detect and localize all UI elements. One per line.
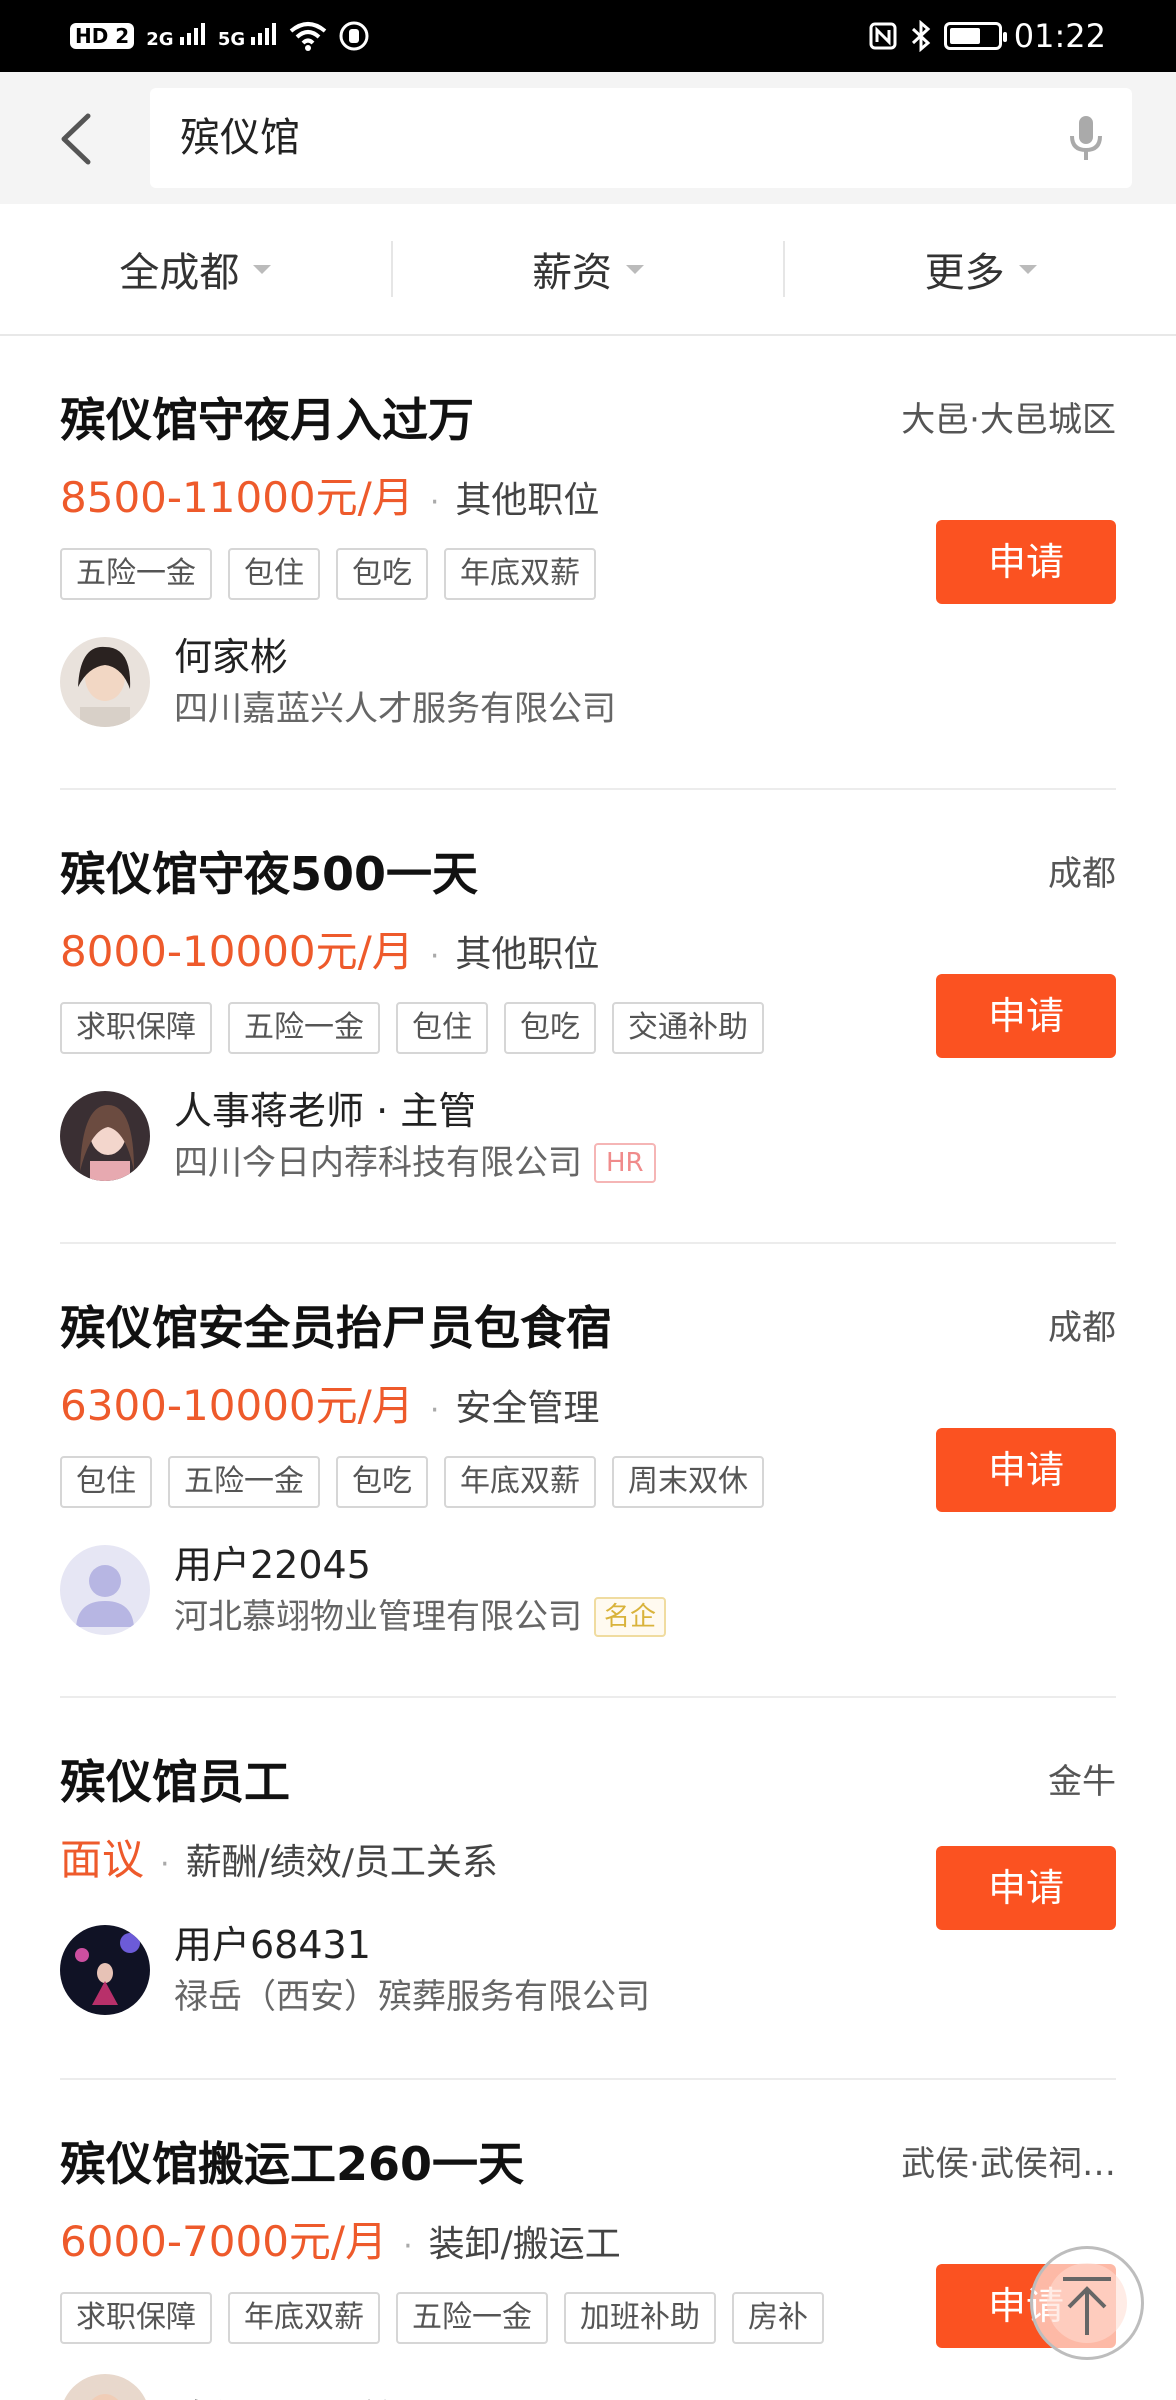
recruiter-name: 用户22045 [174, 1543, 371, 1587]
job-tag: 年底双薪 [444, 548, 596, 600]
search-input[interactable]: 殡仪馆 [150, 88, 1132, 188]
hr-badge: HR [594, 1143, 656, 1183]
recruiter-name: 何家彬 [174, 635, 289, 679]
job-salary: 8500-11000元/月 [60, 473, 414, 522]
apply-button[interactable]: 申请 [936, 974, 1116, 1058]
job-category: 薪酬/绩效/员工关系 [185, 1842, 498, 1883]
job-tags: 包住 五险一金 包吃 年底双薪 周末双休 [60, 1456, 764, 1508]
job-salary: 6000-7000元/月 [60, 2217, 388, 2266]
job-tag: 求职保障 [60, 2292, 212, 2344]
apply-button[interactable]: 申请 [936, 520, 1116, 604]
job-card[interactable]: 殡仪馆安全员抬尸员包食宿 成都 6300-10000元/月 · 安全管理 包住 … [60, 1292, 1116, 1652]
avatar [60, 1925, 150, 2015]
chevron-left-icon [61, 113, 91, 165]
microphone-icon[interactable] [1058, 110, 1114, 166]
filter-salary[interactable]: 薪资 [390, 241, 784, 297]
job-card[interactable]: 殡仪馆守夜500一天 成都 8000-10000元/月 · 其他职位 求职保障 … [60, 838, 1116, 1198]
job-category: 装卸/搬运工 [428, 2224, 621, 2265]
job-tags: 五险一金 包住 包吃 年底双薪 [60, 548, 596, 600]
divider [60, 788, 1116, 790]
signal-5g-icon: 5G [218, 22, 278, 50]
filter-bar: 全成都 薪资 更多 [0, 204, 1176, 336]
caret-down-icon [253, 264, 272, 274]
company-name: 河北慕翊物业管理有限公司 [174, 1597, 582, 1637]
job-tag: 五险一金 [168, 1456, 320, 1508]
job-salary: 面议 [60, 1835, 145, 1884]
job-tag: 包吃 [504, 1002, 596, 1054]
nfc-icon [869, 22, 897, 50]
divider [60, 1242, 1116, 1244]
job-card[interactable]: 殡仪馆搬运工260一天 武侯·武侯祠… 6000-7000元/月 · 装卸/搬运… [60, 2128, 1116, 2400]
recruiter-name: 用户68431 [174, 1923, 371, 1967]
job-tag: 五险一金 [396, 2292, 548, 2344]
search-header: 殡仪馆 [0, 72, 1176, 204]
scroll-to-top-button[interactable] [1030, 2246, 1144, 2360]
job-category: 安全管理 [455, 1388, 600, 1429]
job-tag: 求职保障 [60, 1002, 212, 1054]
apply-button[interactable]: 申请 [936, 1846, 1116, 1930]
job-tag: 五险一金 [228, 1002, 380, 1054]
job-title: 殡仪馆安全员抬尸员包食宿 [60, 1301, 612, 1355]
job-tag: 包吃 [336, 1456, 428, 1508]
job-tag: 包住 [60, 1456, 152, 1508]
job-category: 其他职位 [455, 480, 600, 521]
divider [60, 1696, 1116, 1698]
job-card[interactable]: 殡仪馆守夜月入过万 大邑·大邑城区 8500-11000元/月 · 其他职位 五… [60, 384, 1116, 744]
recruiter-name: 人事蒋老师 · 主管 [174, 1089, 477, 1133]
avatar [60, 637, 150, 727]
search-query: 殡仪馆 [180, 115, 300, 161]
job-tag: 年底双薪 [228, 2292, 380, 2344]
clock: 01:22 [1013, 17, 1106, 55]
default-avatar-icon [60, 1545, 150, 1635]
job-tags: 求职保障 年底双薪 五险一金 加班补助 房补 [60, 2292, 824, 2344]
avatar [60, 2374, 150, 2400]
job-salary: 8000-10000元/月 [60, 927, 414, 976]
job-location: 成都 [1048, 1308, 1116, 1348]
company-name: 四川嘉蓝兴人才服务有限公司 [174, 689, 616, 729]
back-button[interactable] [40, 104, 110, 174]
hand-icon [339, 21, 369, 51]
avatar [60, 1091, 150, 1181]
job-tag: 五险一金 [60, 548, 212, 600]
battery-icon [943, 22, 1007, 50]
caret-down-icon [626, 264, 644, 274]
job-tag: 加班补助 [564, 2292, 716, 2344]
job-title: 殡仪馆守夜月入过万 [60, 393, 474, 447]
job-category: 其他职位 [455, 934, 600, 975]
hd-badge: HD 2 [70, 23, 135, 49]
job-title: 殡仪馆搬运工260一天 [60, 2137, 525, 2191]
job-location: 武侯·武侯祠… [901, 2144, 1116, 2184]
job-title: 殡仪馆员工 [60, 1755, 290, 1809]
status-bar: HD 2 2G 5G 01:22 [0, 0, 1176, 72]
wifi-icon [290, 22, 327, 51]
job-location: 金牛 [1048, 1762, 1116, 1802]
recruiter-name: 陈经理 · 主管 [174, 2392, 400, 2400]
divider [60, 2078, 1116, 2080]
caret-down-icon [1018, 264, 1037, 274]
job-tag: 房补 [732, 2292, 824, 2344]
signal-2g-icon: 2G [146, 22, 206, 50]
filter-more[interactable]: 更多 [783, 241, 1176, 297]
bluetooth-icon [911, 20, 931, 52]
job-salary: 6300-10000元/月 [60, 1381, 414, 1430]
job-tags: 求职保障 五险一金 包住 包吃 交通补助 [60, 1002, 764, 1054]
company-name: 禄岳（西安）殡葬服务有限公司 [174, 1977, 650, 2017]
job-tag: 年底双薪 [444, 1456, 596, 1508]
job-tag: 包住 [396, 1002, 488, 1054]
job-tag: 交通补助 [612, 1002, 764, 1054]
job-location: 大邑·大邑城区 [901, 400, 1116, 440]
filter-location[interactable]: 全成都 [0, 241, 391, 297]
job-tag: 包吃 [336, 548, 428, 600]
apply-button[interactable]: 申请 [936, 1428, 1116, 1512]
arrow-up-icon [1047, 2263, 1127, 2343]
job-card[interactable]: 殡仪馆员工 金牛 面议 · 薪酬/绩效/员工关系 申请 用户68431 禄岳（西… [60, 1746, 1116, 2036]
job-tag: 周末双休 [612, 1456, 764, 1508]
job-location: 成都 [1048, 854, 1116, 894]
famous-company-badge: 名企 [594, 1597, 667, 1637]
job-tag: 包住 [228, 548, 320, 600]
company-name: 四川今日内荐科技有限公司 [174, 1143, 582, 1183]
job-title: 殡仪馆守夜500一天 [60, 847, 479, 901]
